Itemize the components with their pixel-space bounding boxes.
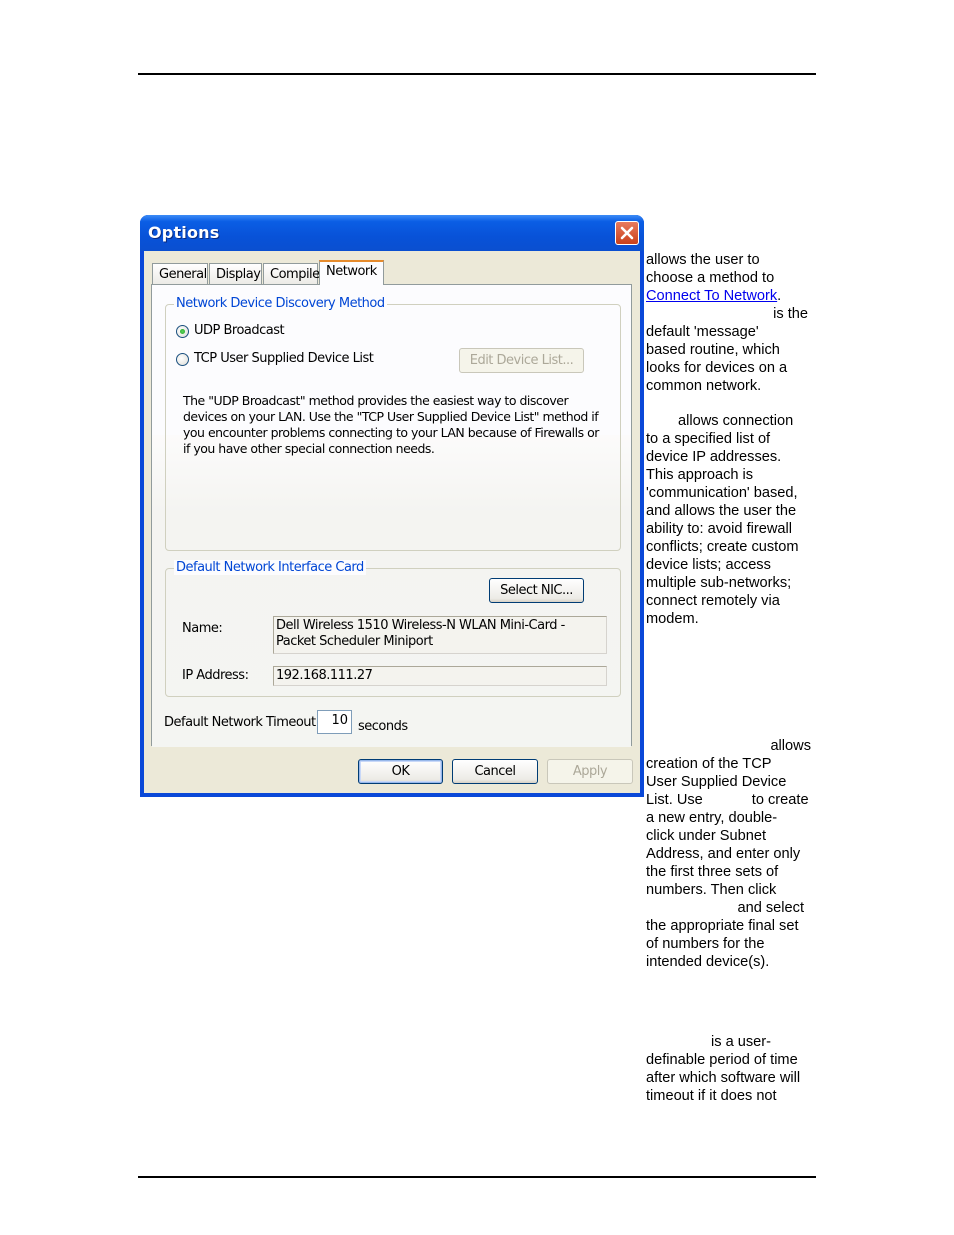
udp-broadcast-radio[interactable]	[176, 325, 189, 338]
text-line: conflicts; create custom	[646, 539, 799, 555]
timeout-unit-label: seconds	[358, 719, 408, 734]
text-line: allows connection	[646, 412, 821, 430]
text-line: connect remotely via	[646, 593, 780, 609]
title-bar[interactable]: Options	[140, 215, 644, 251]
footer-rule	[138, 1176, 816, 1178]
nic-name-label: Name:	[182, 621, 223, 636]
text-line: click under Subnet	[646, 828, 767, 844]
ip-address-field[interactable]: 192.168.111.27	[273, 666, 607, 686]
side-paragraph-edit-list: allows creation of the TCP User Supplied…	[646, 737, 821, 971]
text-line: ability to: avoid firewall	[646, 521, 793, 537]
ok-button[interactable]: OK	[358, 759, 443, 784]
text-line: after which software will	[646, 1070, 801, 1086]
text-line: definable period of time	[646, 1052, 798, 1068]
text-line: timeout if it does not	[646, 1088, 777, 1104]
text-line: intended device(s).	[646, 954, 770, 970]
tab-display[interactable]: Display	[209, 263, 262, 284]
cancel-button[interactable]: Cancel	[452, 759, 538, 784]
text-span: List. Use	[646, 792, 703, 808]
side-paragraph-tcp: allows connection to a specified list of…	[646, 412, 821, 628]
text-line: Address, and enter only	[646, 846, 801, 862]
options-dialog: Options General Display Compile Network …	[140, 215, 644, 797]
tab-label: Compile	[270, 267, 320, 282]
tcp-device-list-radio[interactable]	[176, 353, 189, 366]
text-line: the appropriate final set	[646, 918, 799, 934]
text-line: to a specified list of	[646, 431, 771, 447]
text-line: common network.	[646, 378, 762, 394]
discovery-method-group: Network Device Discovery Method UDP Broa…	[165, 296, 621, 551]
side-paragraph-discovery: allows the user to choose a method to Co…	[646, 251, 821, 395]
apply-button[interactable]: Apply	[547, 759, 633, 784]
text-line: This approach is	[646, 467, 754, 483]
text-span: allows connection	[678, 413, 794, 429]
text-line: 'communication' based,	[646, 485, 798, 501]
text-line: choose a method to	[646, 270, 775, 286]
timeout-input[interactable]: 10	[317, 710, 352, 734]
text-span: is a user-	[711, 1034, 772, 1050]
close-button[interactable]	[615, 221, 639, 245]
text-line: and select	[737, 900, 804, 916]
edit-device-list-button[interactable]: Edit Device List...	[459, 348, 584, 373]
text-line: device IP addresses.	[646, 449, 782, 465]
nic-legend: Default Network Interface Card	[174, 560, 366, 575]
text-line: List. Use to create	[646, 791, 821, 809]
dialog-client: General Display Compile Network Network …	[144, 251, 640, 793]
tab-label: Network	[326, 264, 377, 279]
text-line: allows the user to	[646, 252, 760, 268]
text-line: a new entry, double-	[646, 810, 778, 826]
text-line: allows	[770, 738, 811, 754]
tab-label: Display	[216, 267, 261, 282]
text-line: the first three sets of	[646, 864, 779, 880]
network-tab-panel: Network Device Discovery Method UDP Broa…	[151, 284, 632, 747]
text-line: of numbers for the	[646, 936, 765, 952]
connect-to-network-link[interactable]: Connect To Network	[646, 288, 777, 304]
text-line: numbers. Then click	[646, 882, 777, 898]
text-line: Connect To Network.	[646, 287, 821, 305]
text-line: multiple sub-networks;	[646, 575, 792, 591]
tab-general[interactable]: General	[152, 263, 208, 284]
header-rule	[138, 73, 816, 75]
tcp-device-list-label[interactable]: TCP User Supplied Device List	[194, 351, 374, 366]
text-line: device lists; access	[646, 557, 771, 573]
text-line: modem.	[646, 611, 699, 627]
radio-selected-dot	[180, 329, 185, 334]
text-line: looks for devices on a	[646, 360, 788, 376]
nic-group: Default Network Interface Card Select NI…	[165, 560, 621, 697]
tab-network[interactable]: Network	[319, 260, 384, 285]
text-line: User Supplied Device	[646, 774, 787, 790]
close-icon	[620, 226, 634, 240]
timeout-label: Default Network Timeout:	[164, 715, 320, 730]
text-line: is the	[773, 306, 808, 322]
tab-label: General	[159, 267, 207, 282]
udp-broadcast-label[interactable]: UDP Broadcast	[194, 323, 285, 338]
text-line: is a user-	[646, 1033, 821, 1051]
discovery-method-legend: Network Device Discovery Method	[174, 296, 387, 311]
ip-address-label: IP Address:	[182, 668, 249, 683]
tab-compile[interactable]: Compile	[263, 263, 320, 284]
text-punct: .	[777, 288, 782, 304]
side-paragraph-timeout: is a user- definable period of time afte…	[646, 1033, 821, 1105]
text-line: based routine, which	[646, 342, 780, 358]
text-span: to create	[751, 792, 809, 808]
dialog-title: Options	[148, 223, 220, 242]
text-line: default 'message'	[646, 324, 759, 340]
nic-name-field[interactable]: Dell Wireless 1510 Wireless-N WLAN Mini-…	[273, 616, 607, 654]
discovery-description: The "UDP Broadcast" method provides the …	[183, 393, 599, 456]
text-line: creation of the TCP	[646, 756, 772, 772]
text-line: and allows the user the	[646, 503, 797, 519]
select-nic-button[interactable]: Select NIC...	[489, 578, 584, 603]
